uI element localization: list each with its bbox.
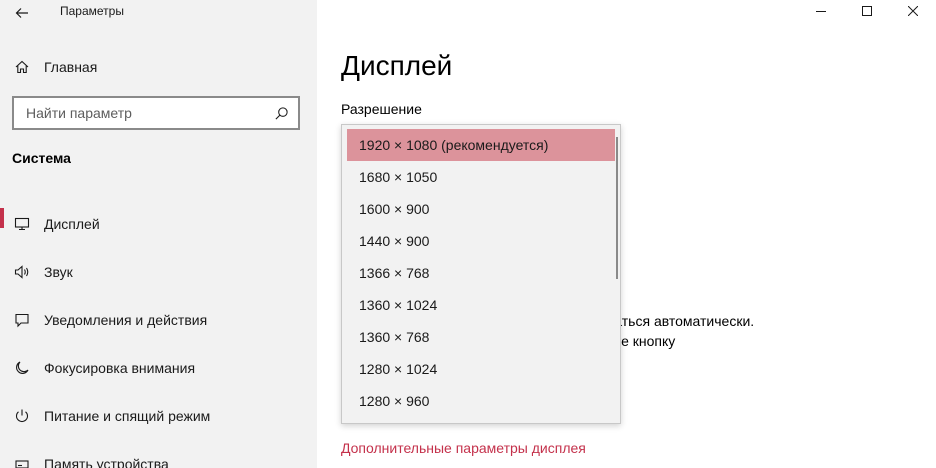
home-nav-item[interactable]: Главная (0, 50, 317, 84)
sidebar: Параметры Главная Найти параметр Система… (0, 0, 317, 468)
power-icon (0, 408, 44, 424)
app-title: Параметры (60, 4, 124, 18)
minimize-button[interactable] (798, 0, 844, 22)
sidebar-item-label: Питание и спящий режим (44, 408, 211, 424)
resolution-option[interactable]: 1440 × 900 (347, 225, 615, 257)
close-icon (908, 6, 918, 16)
sidebar-item-label: Дисплей (44, 216, 100, 232)
sidebar-item-label: Звук (44, 264, 73, 280)
sidebar-item-notifications[interactable]: Уведомления и действия (0, 296, 317, 344)
resolution-options: 1920 × 1080 (рекомендуется) 1680 × 1050 16… (342, 125, 620, 417)
background-text-line1: чаться автоматически. (607, 313, 755, 329)
maximize-button[interactable] (844, 0, 890, 22)
resolution-option[interactable]: 1680 × 1050 (347, 161, 615, 193)
back-button[interactable] (0, 0, 44, 26)
home-label: Главная (44, 59, 98, 75)
nav-list: Дисплей Звук Уведомления и действия Фоку… (0, 200, 317, 468)
resolution-option[interactable]: 1360 × 1024 (347, 289, 615, 321)
resolution-option[interactable]: 1920 × 1080 (рекомендуется) (347, 129, 615, 161)
search-box[interactable]: Найти параметр (12, 96, 300, 130)
main-content: Дисплей Разрешение чаться автоматически.… (317, 0, 936, 468)
resolution-label: Разрешение (341, 101, 422, 117)
resolution-option[interactable]: 1280 × 960 (347, 385, 615, 417)
maximize-icon (862, 6, 872, 16)
search-input[interactable]: Найти параметр (14, 105, 264, 121)
window-controls (798, 0, 936, 22)
sidebar-item-display[interactable]: Дисплей (0, 200, 317, 248)
resolution-option[interactable]: 1600 × 900 (347, 193, 615, 225)
resolution-option[interactable]: 1280 × 1024 (347, 353, 615, 385)
sidebar-item-label: Фокусировка внимания (44, 360, 196, 376)
moon-icon (0, 360, 44, 376)
sidebar-item-focus[interactable]: Фокусировка внимания (0, 344, 317, 392)
sidebar-item-storage[interactable]: Память устройства (0, 440, 317, 468)
sidebar-item-power[interactable]: Питание и спящий режим (0, 392, 317, 440)
sidebar-item-sound[interactable]: Звук (0, 248, 317, 296)
notification-icon (0, 312, 44, 328)
resolution-option[interactable]: 1360 × 768 (347, 321, 615, 353)
advanced-display-settings-link[interactable]: Дополнительные параметры дисплея (341, 440, 586, 456)
close-button[interactable] (890, 0, 936, 22)
back-arrow-icon (15, 8, 28, 18)
storage-icon (0, 456, 44, 468)
home-icon (0, 59, 44, 75)
resolution-option[interactable]: 1366 × 768 (347, 257, 615, 289)
monitor-icon (0, 216, 44, 232)
sidebar-item-label: Память устройства (44, 456, 169, 468)
minimize-icon (816, 11, 826, 12)
speaker-icon (0, 264, 44, 280)
section-title: Система (12, 150, 71, 166)
page-title: Дисплей (341, 50, 453, 81)
search-icon[interactable] (264, 106, 298, 121)
sidebar-item-label: Уведомления и действия (44, 312, 208, 328)
resolution-dropdown-list[interactable]: 1920 × 1080 (рекомендуется) 1680 × 1050 16… (341, 124, 621, 424)
dropdown-scrollbar[interactable] (616, 137, 618, 279)
